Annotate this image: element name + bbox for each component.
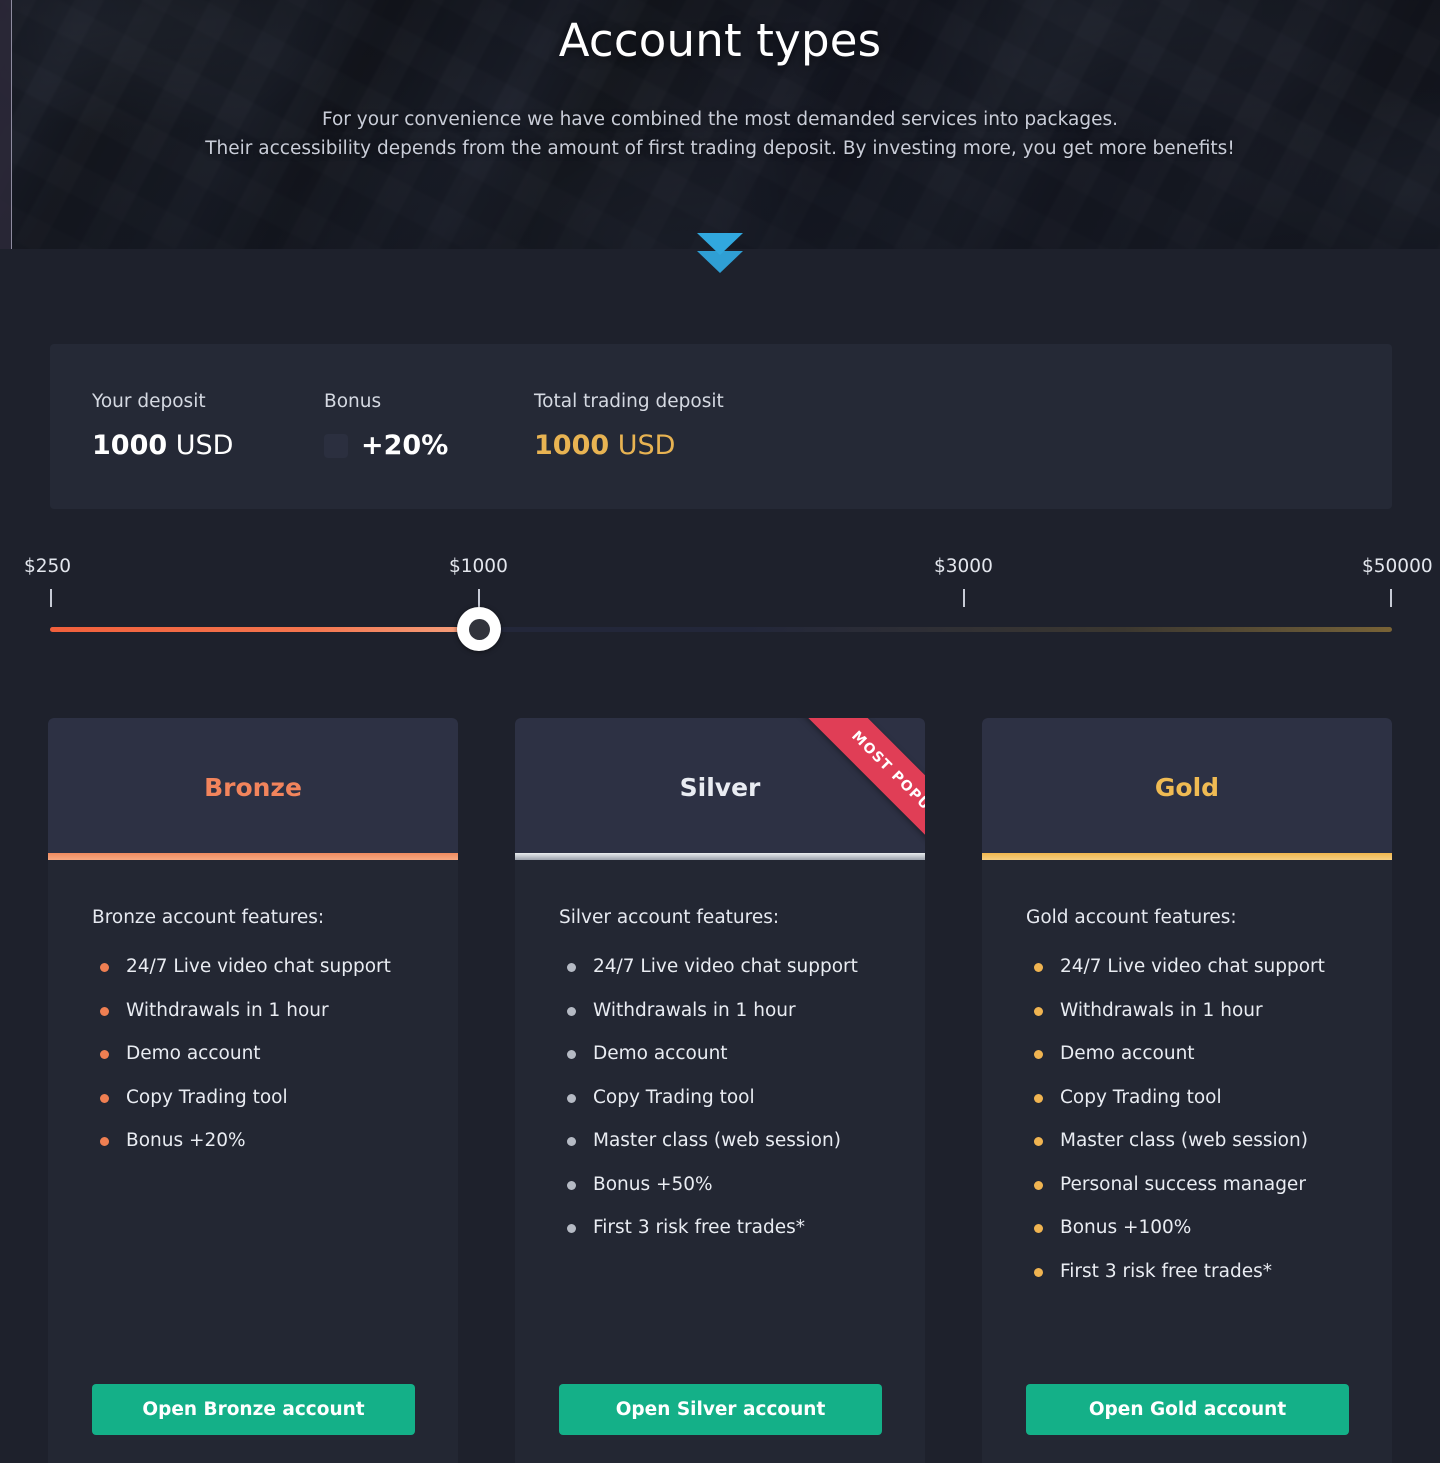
page-subtitle-line-1: For your convenience we have combined th… <box>321 109 1119 130</box>
slider-track-fill <box>50 627 480 632</box>
list-item: 24/7 Live video chat support <box>1034 956 1392 978</box>
list-item: 24/7 Live video chat support <box>100 956 458 978</box>
open-gold-account-button[interactable]: Open Gold account <box>1026 1384 1349 1435</box>
deposit-slider[interactable]: $250 $1000 $3000 $50000 <box>0 556 1440 656</box>
your-deposit-currency: USD <box>175 430 234 461</box>
page-subtitle: For your convenience we have combined th… <box>0 105 1440 163</box>
account-card-bronze[interactable]: Bronze Bronze account features: 24/7 Liv… <box>48 718 458 1463</box>
list-item: Master class (web session) <box>567 1130 925 1152</box>
slider-tick-label-3: $50000 <box>1362 556 1433 577</box>
card-accent-rule-silver <box>515 853 925 860</box>
list-item: Copy Trading tool <box>567 1087 925 1109</box>
bonus-label: Bonus <box>324 391 382 412</box>
list-item: Withdrawals in 1 hour <box>567 1000 925 1022</box>
chevron-down-upper <box>697 233 743 255</box>
bonus-checkbox[interactable] <box>324 433 348 458</box>
list-item: 24/7 Live video chat support <box>567 956 925 978</box>
features-list-silver: 24/7 Live video chat support Withdrawals… <box>567 956 925 1239</box>
features-title-bronze: Bronze account features: <box>92 907 325 928</box>
total-deposit-amount: 1000 <box>534 430 610 461</box>
most-popular-ribbon: MOST POPULAR <box>753 718 925 920</box>
slider-handle[interactable] <box>457 607 501 651</box>
slider-track[interactable] <box>50 627 1392 632</box>
list-item: Withdrawals in 1 hour <box>1034 1000 1392 1022</box>
features-list-bronze: 24/7 Live video chat support Withdrawals… <box>100 956 458 1152</box>
list-item: First 3 risk free trades* <box>1034 1261 1392 1283</box>
list-item: Demo account <box>100 1043 458 1065</box>
slider-tick-mark-1 <box>478 589 480 607</box>
slider-tick-mark-0 <box>50 589 52 607</box>
card-title-silver: Silver <box>679 773 761 802</box>
your-deposit-value: 1000 USD <box>92 430 233 461</box>
your-deposit-label: Your deposit <box>92 391 206 412</box>
card-accent-rule-gold <box>982 853 1392 860</box>
slider-tick-mark-2 <box>963 589 965 607</box>
card-header-silver: Silver MOST POPULAR <box>515 718 925 904</box>
bonus-group: Bonus +20% <box>324 391 448 461</box>
card-title-bronze: Bronze <box>204 773 302 802</box>
total-deposit-label: Total trading deposit <box>534 391 724 412</box>
card-title-gold: Gold <box>1154 773 1220 802</box>
list-item: Bonus +50% <box>567 1174 925 1196</box>
your-deposit-amount: 1000 <box>92 430 168 461</box>
list-item: First 3 risk free trades* <box>567 1217 925 1239</box>
card-header-gold: Gold <box>982 718 1392 853</box>
list-item: Master class (web session) <box>1034 1130 1392 1152</box>
card-accent-rule-bronze <box>48 853 458 860</box>
list-item: Demo account <box>567 1043 925 1065</box>
list-item: Copy Trading tool <box>1034 1087 1392 1109</box>
total-deposit-currency: USD <box>617 430 676 461</box>
list-item: Demo account <box>1034 1043 1392 1065</box>
page-title: Account types <box>558 14 882 67</box>
slider-handle-center <box>468 618 490 640</box>
list-item: Bonus +100% <box>1034 1217 1392 1239</box>
double-chevron-down-icon[interactable] <box>697 233 743 279</box>
total-deposit-value: 1000 USD <box>534 430 724 461</box>
account-card-silver[interactable]: Silver MOST POPULAR Silver account featu… <box>515 718 925 1463</box>
slider-tick-label-1: $1000 <box>449 556 508 577</box>
total-deposit-group: Total trading deposit 1000 USD <box>534 391 724 461</box>
bonus-percent-value: +20% <box>361 430 449 461</box>
list-item: Personal success manager <box>1034 1174 1392 1196</box>
slider-tick-label-0: $250 <box>24 556 72 577</box>
card-header-bronze: Bronze <box>48 718 458 853</box>
hero-section: Account types For your convenience we ha… <box>0 0 1440 249</box>
your-deposit-group: Your deposit 1000 USD <box>92 391 233 461</box>
list-item: Withdrawals in 1 hour <box>100 1000 458 1022</box>
features-list-gold: 24/7 Live video chat support Withdrawals… <box>1034 956 1392 1283</box>
account-card-gold[interactable]: Gold Gold account features: 24/7 Live vi… <box>982 718 1392 1463</box>
open-bronze-account-button[interactable]: Open Bronze account <box>92 1384 415 1435</box>
left-edge-panel <box>0 0 12 249</box>
ribbon-band: MOST POPULAR <box>782 718 925 904</box>
deposit-summary-panel: Your deposit 1000 USD Bonus +20% Total t… <box>50 344 1392 509</box>
features-title-silver: Silver account features: <box>559 907 780 928</box>
slider-tick-mark-3 <box>1390 589 1392 607</box>
features-title-gold: Gold account features: <box>1026 907 1237 928</box>
bonus-value-row: +20% <box>324 430 448 461</box>
open-silver-account-button[interactable]: Open Silver account <box>559 1384 882 1435</box>
page-subtitle-line-2: Their accessibility depends from the amo… <box>205 138 1235 159</box>
account-type-cards: Bronze Bronze account features: 24/7 Liv… <box>48 718 1392 1463</box>
list-item: Copy Trading tool <box>100 1087 458 1109</box>
list-item: Bonus +20% <box>100 1130 458 1152</box>
slider-tick-label-2: $3000 <box>934 556 993 577</box>
